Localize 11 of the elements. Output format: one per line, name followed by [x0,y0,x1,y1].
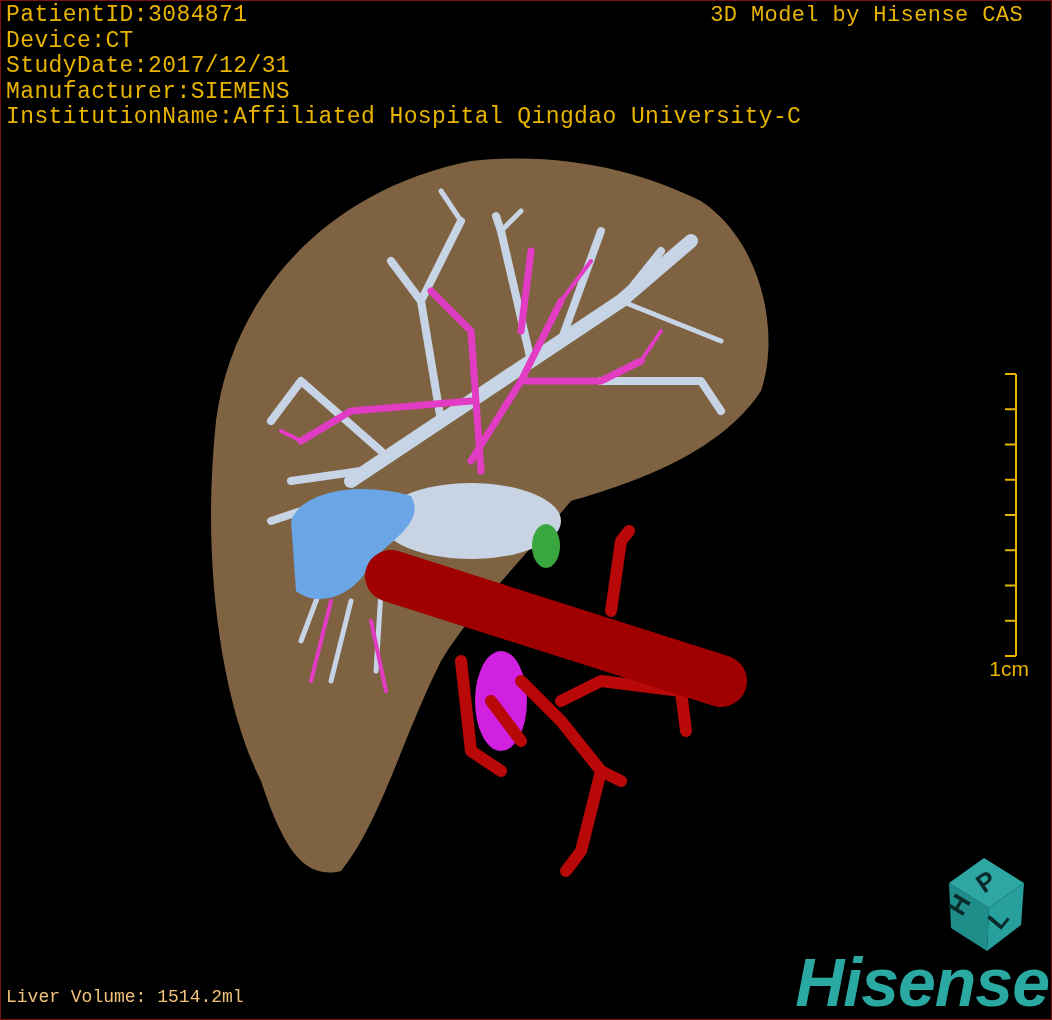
scale-label: 1cm [989,656,1029,681]
info-text: Manufacturer:SIEMENS [6,79,291,105]
credit-text: 3D Model by Hisense CAS [710,3,1023,29]
info-text: InstitutionName:Affiliated Hospital Qingdao University-C [6,105,802,131]
orientation-cube-icon[interactable] [949,858,1024,951]
info-text: StudyDate:2017/12/31 [6,54,291,80]
logo-text: Hisense [795,949,1049,1015]
cube-face-label: L [981,903,1015,935]
liver-volume-text: Liver Volume: 1514.2ml [6,986,244,1009]
info-text: PatientID:3084871 [6,3,248,29]
info-text: Device:CT [6,28,134,54]
